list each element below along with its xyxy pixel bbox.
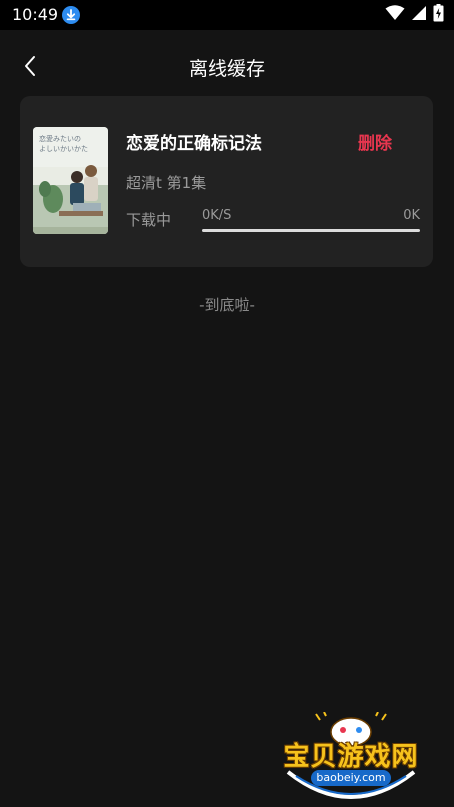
status-bar: 10:49: [0, 0, 454, 30]
download-speed: 0K/S: [202, 208, 232, 223]
watermark-logo: 宝贝游戏网 baobeiy.com: [278, 712, 424, 804]
quality-episode-label: 超清t 第1集: [126, 174, 207, 192]
video-title[interactable]: 恋爱的正确标记法: [126, 132, 262, 156]
download-icon: [62, 6, 80, 24]
watermark-url: baobeiy.com: [311, 770, 391, 786]
download-item-card[interactable]: 恋愛みたいの よしいかいかた 恋爱的正确标记法 删除 超清t 第1集 下载中 0…: [20, 96, 433, 267]
download-progress-bar: [202, 229, 420, 232]
video-cover-image[interactable]: 恋愛みたいの よしいかいかた: [33, 127, 108, 234]
delete-button[interactable]: 删除: [358, 132, 392, 156]
download-status: 下载中: [126, 211, 172, 229]
watermark-brand: 宝贝游戏网: [283, 742, 419, 772]
svg-text:よしいかいかた: よしいかいかた: [39, 145, 88, 153]
page-title: 离线缓存: [188, 58, 265, 80]
wifi-icon: [385, 5, 405, 25]
svg-text:恋愛みたいの: 恋愛みたいの: [39, 134, 81, 143]
end-of-list-label: -到底啦-: [199, 296, 255, 314]
status-time: 10:49: [12, 5, 59, 24]
signal-icon: [411, 5, 427, 25]
battery-charging-icon: [433, 4, 444, 26]
offline-cache-screen: 10:49 离线缓存 恋愛みたいの よしいかいかた 恋爱的正确标记法 删除 超清…: [0, 0, 454, 807]
status-icons: [385, 4, 444, 26]
downloaded-size: 0K: [403, 208, 420, 223]
